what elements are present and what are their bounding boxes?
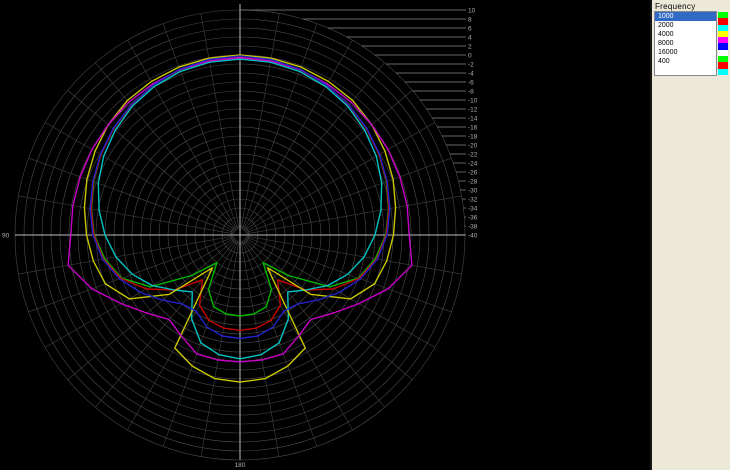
radial-scale-label: -14 <box>468 115 478 122</box>
color-palette <box>718 12 728 75</box>
radial-scale-label: -28 <box>468 178 478 185</box>
radial-scale-label: -24 <box>468 160 478 167</box>
frequency-option[interactable]: 1000 <box>655 12 716 21</box>
radial-scale-label: 2 <box>468 43 472 50</box>
radial-scale-label: -30 <box>468 187 478 194</box>
radial-scale-label: -40 <box>468 232 478 239</box>
frequency-option[interactable]: 16000 <box>655 48 716 57</box>
radial-scale-label: -6 <box>468 79 474 86</box>
angle-label-90: 90 <box>2 233 10 240</box>
radial-scale-label: 6 <box>468 25 472 32</box>
radial-scale-label: -32 <box>468 196 478 203</box>
axis-lines <box>15 4 465 460</box>
radial-scale-label: 0 <box>468 52 472 59</box>
frequency-panel: Frequency 100020004000800016000400 <box>650 0 730 470</box>
frequency-listbox[interactable]: 100020004000800016000400 <box>654 11 717 76</box>
radial-scale-label: 10 <box>468 7 476 14</box>
palette-swatch[interactable] <box>718 69 728 75</box>
radial-scale-label: -4 <box>468 70 474 77</box>
radial-scale-label: -34 <box>468 205 478 212</box>
radial-scale-label: -26 <box>468 169 478 176</box>
radial-scale-label: -38 <box>468 223 478 230</box>
angle-label-180: 180 <box>235 462 246 469</box>
frequency-option[interactable]: 2000 <box>655 21 716 30</box>
radial-scale-label: 4 <box>468 34 472 41</box>
app-window: 10 8 6 4 2 0 -2 -4 -6 -8 -10 -12 -14 -16 -18 -20 -22 -24 -… <box>0 0 730 470</box>
radial-scale-label: -12 <box>468 106 478 113</box>
radial-scale-label: -20 <box>468 142 478 149</box>
radial-scale-label: -2 <box>468 61 474 68</box>
frequency-option[interactable]: 400 <box>655 57 716 66</box>
radial-scale-label: -10 <box>468 97 478 104</box>
frequency-option[interactable]: 4000 <box>655 30 716 39</box>
radial-scale-label: 8 <box>468 16 472 23</box>
polar-chart-area: 10 8 6 4 2 0 -2 -4 -6 -8 -10 -12 -14 -16 -18 -20 -22 -24 -… <box>0 0 650 470</box>
radial-scale-label: -18 <box>468 133 478 140</box>
radial-scale-label: -8 <box>468 88 474 95</box>
radial-scale-label: -16 <box>468 124 478 131</box>
frequency-option[interactable]: 8000 <box>655 39 716 48</box>
radial-scale-label: -22 <box>468 151 478 158</box>
radial-scale-label: -36 <box>468 214 478 221</box>
polar-chart: 10 8 6 4 2 0 -2 -4 -6 -8 -10 -12 -14 -16 -18 -20 -22 -24 -… <box>0 0 650 470</box>
